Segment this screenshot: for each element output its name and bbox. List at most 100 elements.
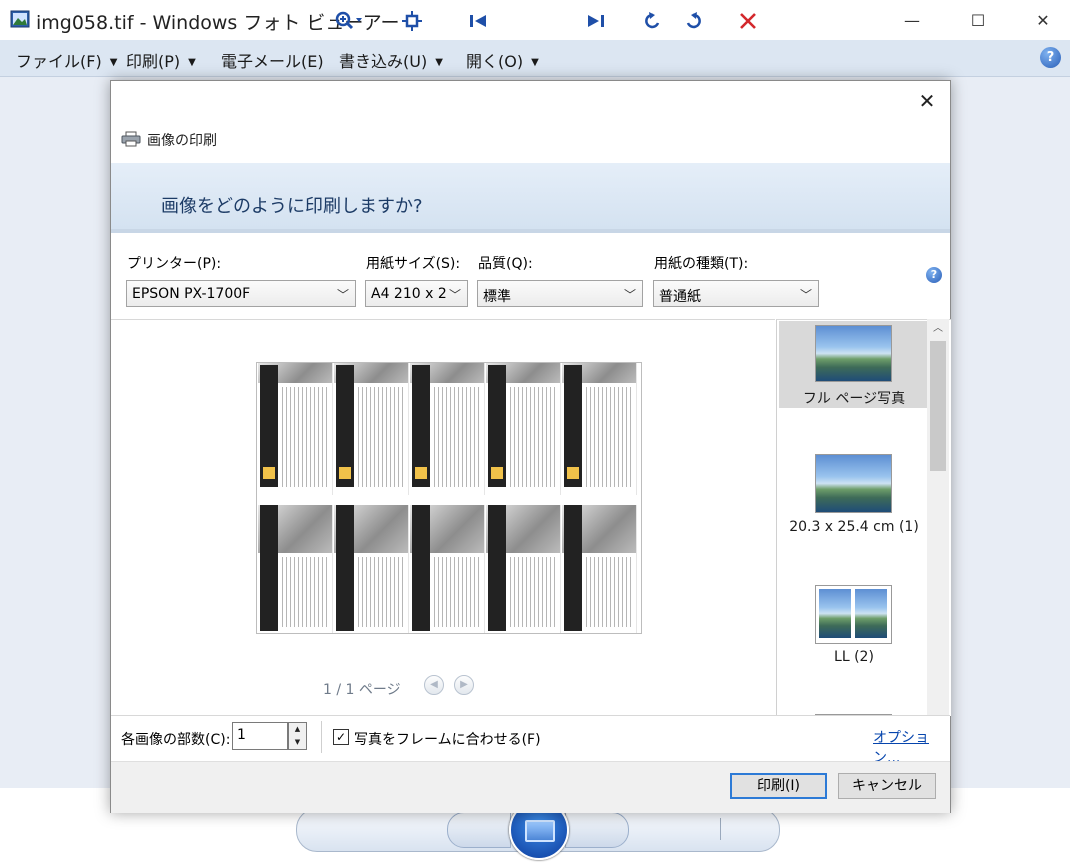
- paper-size-label: 用紙サイズ(S):: [366, 256, 461, 272]
- brochure-column-image: [486, 505, 561, 633]
- brochure-text-block: [282, 557, 328, 627]
- page-indicator: 1 / 1 ページ: [323, 682, 401, 698]
- layout-label: 20.3 x 25.4 cm (1): [789, 519, 919, 535]
- printer-icon: [121, 131, 141, 147]
- print-pictures-dialog: ✕ 画像の印刷 画像をどのように印刷しますか? プリンター(P): EPSON …: [110, 80, 951, 813]
- quality-value: 標準: [483, 289, 511, 305]
- brochure-title-band: [260, 505, 278, 631]
- printer-select[interactable]: EPSON PX-1700F ﹀: [126, 280, 356, 307]
- menu-open[interactable]: 開く(O) ▼: [466, 48, 539, 72]
- layout-thumbnail: [815, 585, 892, 644]
- paper-size-select[interactable]: A4 210 x 297 ﹀: [365, 280, 468, 307]
- brochure-column-image: [258, 363, 333, 495]
- dialog-close-button[interactable]: ✕: [915, 89, 939, 113]
- zoom-icon[interactable]: [330, 10, 366, 32]
- quality-select[interactable]: 標準 ﹀: [477, 280, 643, 307]
- fit-frame-checkbox[interactable]: ✓: [333, 729, 349, 745]
- quality-label: 品質(Q):: [478, 256, 533, 272]
- menu-print-label: 印刷(P): [126, 52, 181, 71]
- preview-page: [256, 362, 642, 634]
- brochure-title-band: [412, 505, 430, 631]
- scrollbar-thumb[interactable]: [930, 341, 946, 471]
- brochure-text-block: [358, 387, 404, 487]
- layout-thumbnail-half: [819, 589, 851, 638]
- brochure-column-image: [258, 505, 333, 633]
- brochure-number-badge: [491, 467, 503, 479]
- menu-email-label: 電子メール(E): [221, 52, 324, 71]
- copies-spinner[interactable]: ▲ ▼: [288, 722, 307, 750]
- maximize-button[interactable]: ☐: [955, 0, 1001, 40]
- minimize-button[interactable]: —: [889, 0, 935, 40]
- previous-icon: [467, 10, 489, 32]
- brochure-column-image: [334, 363, 409, 495]
- brochure-number-badge: [415, 467, 427, 479]
- next-icon: [585, 10, 607, 32]
- layout-thumbnail-half: [855, 589, 887, 638]
- paper-type-label: 用紙の種類(T):: [654, 256, 749, 272]
- brochure-number-badge: [567, 467, 579, 479]
- brochure-text-block: [510, 387, 556, 487]
- options-divider: [321, 721, 322, 753]
- print-preview-pane: [111, 319, 775, 716]
- slideshow-icon: [525, 820, 555, 842]
- brochure-number-badge: [339, 467, 351, 479]
- brochure-number-badge: [263, 467, 275, 479]
- preview-previous-page-icon[interactable]: ◀: [424, 675, 444, 695]
- copies-label: 各画像の部数(C):: [121, 732, 231, 748]
- brochure-text-block: [358, 557, 404, 627]
- brochure-column-image: [562, 505, 637, 633]
- brochure-column-image: [410, 505, 485, 633]
- layout-thumbnail: [815, 325, 892, 382]
- print-button[interactable]: 印刷(I): [730, 773, 827, 799]
- brochure-title-band: [488, 505, 506, 631]
- actual-size-icon[interactable]: [400, 10, 424, 32]
- brochure-text-block: [434, 557, 480, 627]
- fit-frame-label[interactable]: 写真をフレームに合わせる(F): [354, 729, 541, 749]
- previous-button[interactable]: [447, 812, 511, 848]
- cancel-button[interactable]: キャンセル: [838, 773, 936, 799]
- preview-next-page-icon[interactable]: ▶: [454, 675, 474, 695]
- brochure-column-image: [334, 505, 409, 633]
- dialog-help-icon[interactable]: ?: [926, 267, 942, 283]
- printer-value: EPSON PX-1700F: [132, 286, 251, 302]
- layout-thumbnail: [815, 454, 892, 513]
- menu-bar: ファイル(F) ▼ 印刷(P) ▼ 電子メール(E) 書き込み(U) ▼ 開く(O) ▼: [0, 40, 1070, 77]
- copies-input[interactable]: 1: [232, 722, 288, 750]
- chevron-down-icon: ﹀: [623, 288, 636, 302]
- chevron-down-icon: ﹀: [799, 288, 812, 302]
- paper-type-select[interactable]: 普通紙 ﹀: [653, 280, 819, 307]
- chevron-down-icon: ﹀: [448, 288, 461, 302]
- chevron-down-icon: ▼: [109, 57, 118, 68]
- close-button[interactable]: ✕: [1020, 0, 1066, 40]
- brochure-title-band: [336, 505, 354, 631]
- dialog-heading: 画像をどのように印刷しますか?: [161, 196, 423, 217]
- chevron-down-icon: ▼: [435, 57, 443, 68]
- brochure-column-image: [562, 363, 637, 495]
- layout-scrollbar[interactable]: ︿: [927, 319, 949, 715]
- menu-burn[interactable]: 書き込み(U) ▼: [339, 48, 443, 72]
- spin-down-icon[interactable]: ▼: [289, 736, 306, 749]
- printer-label: プリンター(P):: [127, 256, 222, 272]
- brochure-column-image: [410, 363, 485, 495]
- layout-label: LL (2): [834, 649, 874, 665]
- brochure-text-block: [586, 387, 632, 487]
- next-button[interactable]: [565, 812, 629, 848]
- control-divider: [720, 818, 721, 840]
- help-icon[interactable]: ?: [1040, 47, 1061, 68]
- menu-print[interactable]: 印刷(P) ▼: [126, 48, 196, 72]
- dialog-title: 画像の印刷: [147, 133, 217, 149]
- delete-icon[interactable]: [737, 10, 759, 32]
- menu-file-label: ファイル(F): [16, 52, 102, 71]
- menu-open-label: 開く(O): [466, 52, 524, 71]
- scroll-up-icon[interactable]: ︿: [927, 319, 949, 339]
- layout-list: フル ページ写真 20.3 x 25.4 cm (1) LL (2): [776, 319, 951, 716]
- paper-type-value: 普通紙: [659, 289, 701, 305]
- menu-email[interactable]: 電子メール(E): [221, 48, 324, 72]
- spin-up-icon[interactable]: ▲: [289, 723, 306, 736]
- menu-file[interactable]: ファイル(F) ▼: [16, 48, 117, 72]
- rotate-left-icon[interactable]: [642, 10, 664, 32]
- brochure-column-image: [486, 363, 561, 495]
- brochure-title-band: [564, 505, 582, 631]
- chevron-down-icon: ▼: [531, 57, 539, 68]
- rotate-right-icon[interactable]: [682, 10, 704, 32]
